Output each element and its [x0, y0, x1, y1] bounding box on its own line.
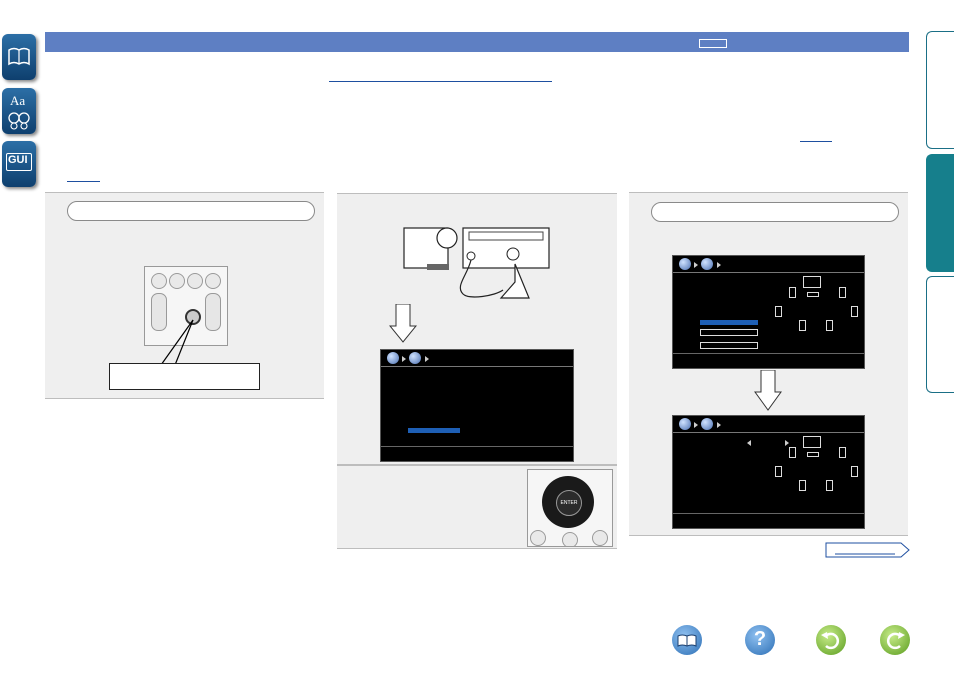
glossary-icon[interactable]: Aa: [2, 88, 36, 134]
gui-icon[interactable]: GUI: [2, 141, 36, 187]
down-arrow-icon: [389, 304, 417, 343]
speaker-icon: [826, 480, 833, 491]
speaker-icon: [851, 306, 858, 317]
tv-icon: [803, 436, 821, 448]
tab-bottom[interactable]: [926, 276, 954, 393]
tv-icon: [803, 276, 821, 288]
menu-item-box[interactable]: [700, 342, 758, 349]
step2-panel: [337, 193, 617, 465]
receiver-microphone-image: [403, 227, 550, 299]
book-nav-glyph: [677, 634, 697, 647]
callout-box: [109, 363, 260, 390]
osd-screen-header: [381, 350, 573, 367]
book-nav-icon[interactable]: [672, 625, 702, 655]
settings-globe-icon: [701, 418, 713, 430]
enter-button[interactable]: ENTER: [556, 490, 582, 516]
book-icon[interactable]: [2, 34, 36, 80]
osd-screen-1: [380, 349, 574, 462]
remote-button: [592, 530, 608, 546]
breadcrumb-arrow-icon: [402, 356, 406, 362]
osd-screen-3: [672, 415, 865, 529]
osd-screen-footer-line: [381, 446, 573, 447]
breadcrumb-arrow-icon: [425, 356, 429, 362]
speaker-icon: [851, 466, 858, 477]
down-arrow-icon: [754, 370, 782, 411]
speaker-icon: [775, 306, 782, 317]
osd-screen-2: [672, 255, 865, 369]
help-question-glyph: ?: [753, 628, 767, 650]
book-icon-glyph: [8, 47, 30, 66]
breadcrumb-arrow-icon: [694, 422, 698, 428]
highlighted-menu-item[interactable]: [408, 428, 460, 433]
selector-left-arrow-icon[interactable]: [747, 440, 751, 446]
glossary-icon-label: Aa: [10, 93, 26, 108]
back-arrow-glyph: [821, 632, 840, 650]
remote-cursor-image: ENTER: [527, 469, 613, 547]
breadcrumb-arrow-icon: [694, 262, 698, 268]
speaker-icon: [826, 320, 833, 331]
remote-button: [530, 530, 546, 546]
forward-nav-icon[interactable]: [880, 625, 910, 655]
header-page-box: [699, 39, 727, 48]
selector-right-arrow-icon[interactable]: [785, 440, 789, 446]
back-nav-icon[interactable]: [816, 625, 846, 655]
breadcrumb-arrow-icon: [717, 422, 721, 428]
page-ref-link-underline[interactable]: [800, 141, 832, 142]
step1-panel: [45, 192, 324, 399]
speaker-icon: [839, 287, 846, 298]
enter-button-label: ENTER: [560, 500, 578, 506]
step3-panel: ENTER: [337, 465, 617, 549]
breadcrumb-arrow-icon: [717, 262, 721, 268]
next-page-button[interactable]: [825, 542, 911, 558]
speaker-icon: [775, 466, 782, 477]
speaker-icon: [789, 287, 796, 298]
osd-screen-footer-line: [673, 513, 864, 514]
speaker-icon: [839, 447, 846, 458]
globe-icon: [679, 258, 691, 270]
header-bar: [45, 32, 909, 52]
speaker-icon: [799, 320, 806, 331]
forward-arrow-glyph: [886, 632, 905, 650]
tab-top[interactable]: [926, 31, 954, 149]
settings-globe-icon: [701, 258, 713, 270]
remote-dpad[interactable]: ENTER: [542, 476, 594, 528]
step4-pill: [651, 202, 899, 222]
gui-icon-label: GUI: [8, 154, 28, 166]
speaker-icon: [789, 447, 796, 458]
remote-button: [562, 532, 578, 546]
globe-icon: [387, 352, 399, 364]
highlighted-menu-item[interactable]: [700, 320, 758, 325]
body-link-underline[interactable]: [329, 81, 552, 82]
osd-screen-header: [673, 416, 864, 433]
page-ref-link-underline-2[interactable]: [67, 181, 100, 182]
osd-screen-header: [673, 256, 864, 273]
center-speaker-icon: [807, 452, 819, 457]
menu-item-box[interactable]: [700, 329, 758, 336]
help-nav-icon[interactable]: ?: [745, 625, 775, 655]
tab-middle-active[interactable]: [926, 154, 954, 272]
osd-screen-footer-line: [673, 353, 864, 354]
globe-icon: [679, 418, 691, 430]
center-speaker-icon: [807, 292, 819, 297]
step4-panel: [629, 192, 908, 536]
settings-globe-icon: [409, 352, 421, 364]
speaker-icon: [799, 480, 806, 491]
